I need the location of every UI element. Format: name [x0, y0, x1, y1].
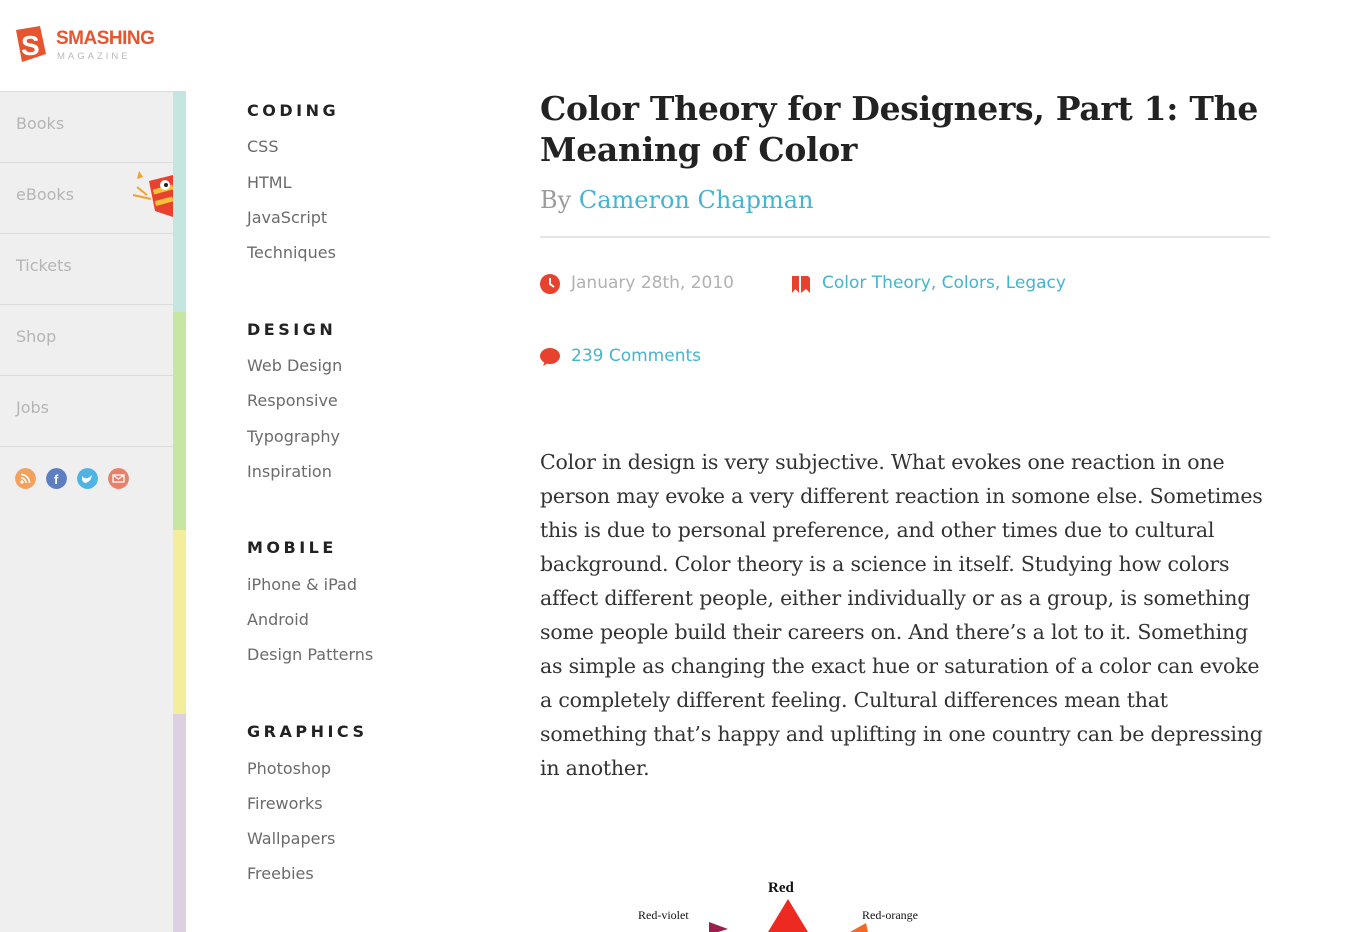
byline-prefix: By — [540, 186, 572, 214]
nav-item-shop[interactable]: Shop — [0, 305, 173, 376]
clock-icon — [540, 274, 560, 294]
article-tags[interactable]: Color Theory, Colors, Legacy — [822, 273, 1066, 293]
category-heading-coding[interactable]: CODING — [247, 101, 339, 120]
category-link-inspiration[interactable]: Inspiration — [247, 462, 332, 481]
ebook-mascot-icon — [133, 171, 173, 217]
nav-item-ebooks[interactable]: eBooks — [0, 163, 173, 234]
rss-icon[interactable] — [15, 468, 36, 489]
color-wheel-segments — [709, 899, 868, 932]
author-link[interactable]: Cameron Chapman — [579, 186, 814, 214]
category-link-fireworks[interactable]: Fireworks — [247, 794, 323, 813]
svg-text:f: f — [54, 472, 59, 487]
category-link-css[interactable]: CSS — [247, 137, 278, 156]
color-strip-design — [173, 312, 186, 530]
twitter-icon[interactable] — [77, 468, 98, 489]
color-wheel-figure: Red Red-violet Red-orange — [600, 875, 960, 932]
category-link-web-design[interactable]: Web Design — [247, 356, 342, 375]
color-strip-coding — [173, 91, 186, 312]
site-logo[interactable]: S SMASHING MAGAZINE — [10, 24, 180, 68]
category-link-html[interactable]: HTML — [247, 173, 292, 192]
nav-item-label: Tickets — [16, 256, 72, 275]
site-nav: Books eBooks Tickets Shop Jobs f — [0, 91, 173, 932]
tag-bookmark-icon — [792, 276, 810, 293]
category-link-wallpapers[interactable]: Wallpapers — [247, 829, 335, 848]
category-link-typography[interactable]: Typography — [247, 427, 340, 446]
smashing-logo-icon: S — [16, 26, 46, 62]
article-intro-paragraph: Color in design is very subjective. What… — [540, 450, 1263, 780]
nav-item-label: Jobs — [16, 398, 49, 417]
nav-item-books[interactable]: Books — [0, 91, 173, 163]
article-title: Color Theory for Designers, Part 1: The … — [540, 89, 1259, 169]
logo-subtitle: MAGAZINE — [57, 51, 131, 62]
email-icon[interactable] — [108, 468, 129, 489]
category-heading-graphics[interactable]: GRAPHICS — [247, 722, 367, 741]
comment-bubble-icon — [540, 348, 560, 366]
color-strip-mobile — [173, 530, 186, 714]
facebook-icon[interactable]: f — [46, 468, 67, 489]
color-strip-graphics — [173, 714, 186, 932]
category-heading-design[interactable]: DESIGN — [247, 320, 336, 339]
publish-date: January 28th, 2010 — [571, 273, 734, 293]
category-link-freebies[interactable]: Freebies — [247, 864, 314, 883]
title-divider — [540, 236, 1270, 238]
category-heading-mobile[interactable]: MOBILE — [247, 538, 337, 557]
nav-item-label: Shop — [16, 327, 57, 346]
nav-item-tickets[interactable]: Tickets — [0, 234, 173, 305]
comments-link[interactable]: 239 Comments — [571, 346, 701, 366]
nav-item-jobs[interactable]: Jobs — [0, 376, 173, 447]
svg-text:S: S — [21, 30, 40, 61]
category-link-design-patterns[interactable]: Design Patterns — [247, 645, 373, 664]
nav-item-label: eBooks — [16, 185, 74, 204]
category-link-photoshop[interactable]: Photoshop — [247, 759, 331, 778]
logo-wordmark: SMASHING — [56, 28, 155, 49]
category-link-techniques[interactable]: Techniques — [247, 243, 336, 262]
nav-item-label: Books — [16, 114, 65, 133]
category-link-iphone-ipad[interactable]: iPhone & iPad — [247, 575, 357, 594]
article-byline: By Cameron Chapman — [540, 186, 814, 214]
category-link-android[interactable]: Android — [247, 610, 309, 629]
category-link-javascript[interactable]: JavaScript — [247, 208, 327, 227]
category-link-responsive[interactable]: Responsive — [247, 391, 338, 410]
